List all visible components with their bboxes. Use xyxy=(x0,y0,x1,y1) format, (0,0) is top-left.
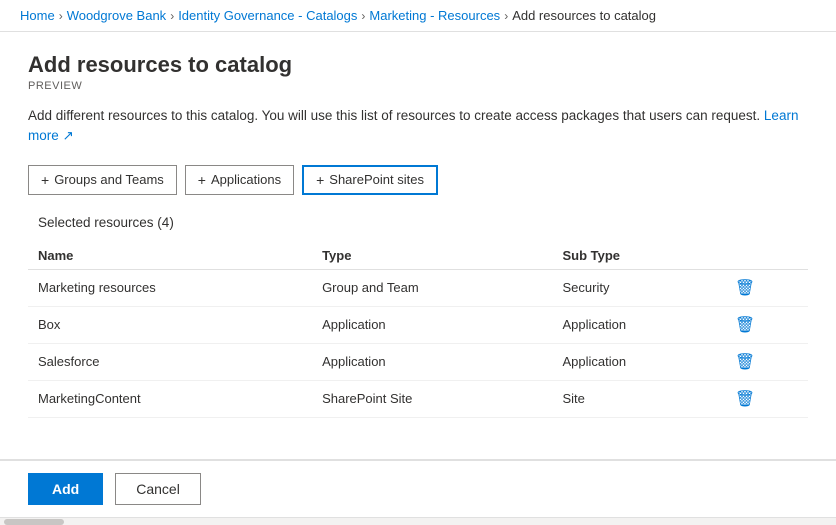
table-row: MarketingContent SharePoint Site Site 🗑 xyxy=(28,380,808,417)
cell-name-3: MarketingContent xyxy=(28,380,312,417)
breadcrumb-identity[interactable]: Identity Governance - Catalogs xyxy=(178,8,357,23)
page-wrapper: Home › Woodgrove Bank › Identity Governa… xyxy=(0,0,836,525)
cell-name-1: Box xyxy=(28,306,312,343)
description-text: Add different resources to this catalog.… xyxy=(28,106,808,147)
col-subtype: Sub Type xyxy=(552,242,724,270)
col-actions xyxy=(725,242,808,270)
separator-1: › xyxy=(59,9,63,23)
separator-2: › xyxy=(170,9,174,23)
sharepoint-sites-button[interactable]: + SharePoint sites xyxy=(302,165,438,195)
delete-icon-0[interactable]: 🗑 xyxy=(735,278,755,298)
breadcrumb-marketing[interactable]: Marketing - Resources xyxy=(369,8,500,23)
col-type: Type xyxy=(312,242,552,270)
main-content: Add resources to catalog PREVIEW Add dif… xyxy=(0,32,836,460)
cell-delete-0: 🗑 xyxy=(725,269,808,306)
cell-name-0: Marketing resources xyxy=(28,269,312,306)
cell-subtype-2: Application xyxy=(552,343,724,380)
delete-icon-2[interactable]: 🗑 xyxy=(735,352,755,372)
resources-table: Name Type Sub Type Marketing resources G… xyxy=(28,242,808,418)
breadcrumb: Home › Woodgrove Bank › Identity Governa… xyxy=(0,0,836,32)
cell-subtype-3: Site xyxy=(552,380,724,417)
scroll-thumb xyxy=(4,519,64,525)
separator-3: › xyxy=(361,9,365,23)
cell-type-3: SharePoint Site xyxy=(312,380,552,417)
cell-delete-1: 🗑 xyxy=(725,306,808,343)
col-name: Name xyxy=(28,242,312,270)
cell-type-2: Application xyxy=(312,343,552,380)
plus-icon-3: + xyxy=(316,172,324,188)
add-button[interactable]: Add xyxy=(28,473,103,505)
table-row: Salesforce Application Application 🗑 xyxy=(28,343,808,380)
breadcrumb-current: Add resources to catalog xyxy=(512,8,656,23)
page-title: Add resources to catalog xyxy=(28,52,808,78)
delete-icon-1[interactable]: 🗑 xyxy=(735,315,755,335)
delete-icon-3[interactable]: 🗑 xyxy=(735,389,755,409)
preview-badge: PREVIEW xyxy=(28,80,808,92)
cell-name-2: Salesforce xyxy=(28,343,312,380)
table-row: Marketing resources Group and Team Secur… xyxy=(28,269,808,306)
cell-subtype-0: Security xyxy=(552,269,724,306)
cell-delete-3: 🗑 xyxy=(725,380,808,417)
cell-type-1: Application xyxy=(312,306,552,343)
plus-icon-1: + xyxy=(41,172,49,188)
section-label: Selected resources (4) xyxy=(28,215,808,230)
footer: Add Cancel xyxy=(0,460,836,517)
breadcrumb-woodgrove[interactable]: Woodgrove Bank xyxy=(67,8,167,23)
breadcrumb-home[interactable]: Home xyxy=(20,8,55,23)
buttons-row: + Groups and Teams + Applications + Shar… xyxy=(28,165,808,195)
cell-delete-2: 🗑 xyxy=(725,343,808,380)
groups-and-teams-button[interactable]: + Groups and Teams xyxy=(28,165,177,195)
table-row: Box Application Application 🗑 xyxy=(28,306,808,343)
cell-type-0: Group and Team xyxy=(312,269,552,306)
separator-4: › xyxy=(504,9,508,23)
applications-button[interactable]: + Applications xyxy=(185,165,294,195)
plus-icon-2: + xyxy=(198,172,206,188)
scrollbar[interactable] xyxy=(0,517,836,525)
cell-subtype-1: Application xyxy=(552,306,724,343)
cancel-button[interactable]: Cancel xyxy=(115,473,201,505)
